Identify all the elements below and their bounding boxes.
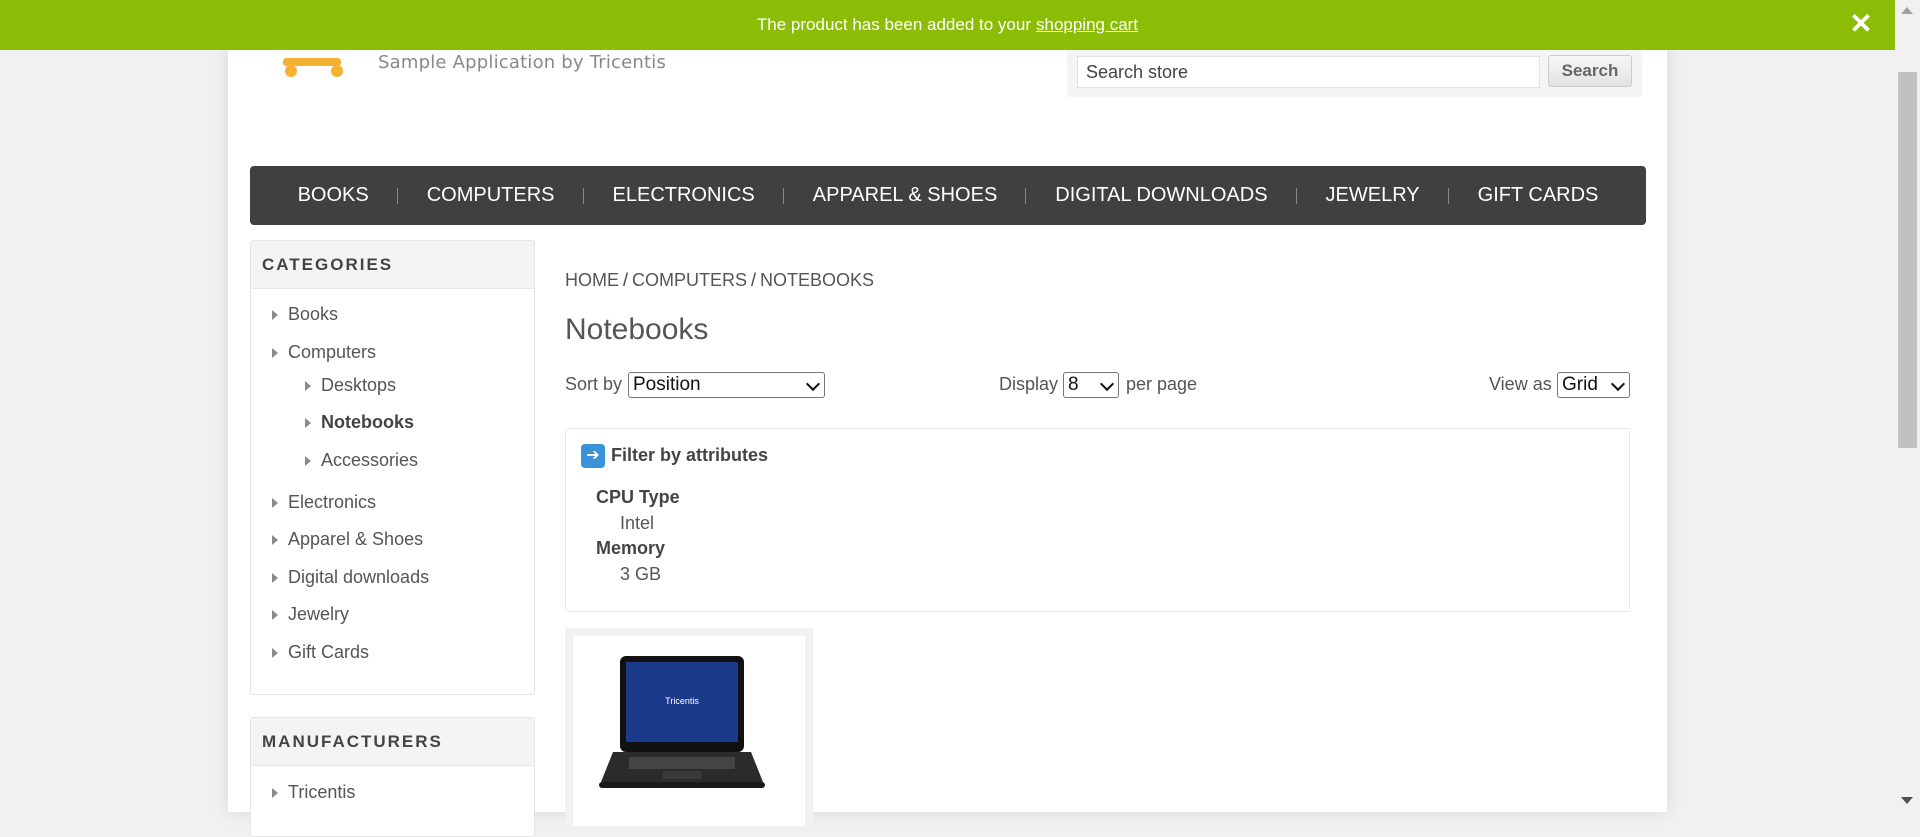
breadcrumb-separator: / [623,270,629,290]
view-mode-value: Grid [1562,374,1598,395]
top-menu-electronics[interactable]: ELECTRONICS [584,184,785,207]
scroll-up-icon[interactable] [1901,7,1913,14]
header-tagline: Sample Application by Tricentis [378,52,667,73]
search-input[interactable] [1077,56,1540,88]
category-accessories[interactable]: Accessories [304,450,418,471]
top-menu-digital-downloads[interactable]: DIGITAL DOWNLOADS [1026,184,1297,207]
category-electronics[interactable]: Electronics [271,492,376,513]
notification-bar: The product has been added to your shopp… [0,0,1895,50]
page-size-value: 8 [1068,374,1079,395]
category-gift-cards[interactable]: Gift Cards [271,642,369,663]
view-as-label: View as [1489,374,1552,394]
close-icon[interactable]: ✕ [1849,10,1873,38]
arrow-right-icon[interactable]: ➔ [581,444,605,468]
logo[interactable] [281,50,349,80]
category-books[interactable]: Books [271,304,338,325]
top-menu-jewelry[interactable]: JEWELRY [1297,184,1449,207]
product-image[interactable]: Tricentis [573,636,805,826]
category-apparel-shoes[interactable]: Apparel & Shoes [271,529,423,550]
filter-attribute-name: CPU Type [596,487,680,507]
breadcrumb-notebooks: NOTEBOOKS [760,270,875,290]
search-button[interactable]: Search [1548,55,1632,87]
top-menu-apparel-shoes[interactable]: APPAREL & SHOES [784,184,1027,207]
top-menu-computers[interactable]: COMPUTERS [398,184,584,207]
chevron-down-icon [1099,376,1115,392]
notification-text: The product has been added to your [756,15,1031,34]
category-digital-downloads[interactable]: Digital downloads [271,567,429,588]
top-menu-gift-cards[interactable]: GIFT CARDS [1449,184,1628,207]
categories-title: CATEGORIES [251,241,534,289]
top-menu-books[interactable]: BOOKS [269,184,398,207]
chevron-down-icon [805,376,821,392]
chevron-down-icon [1610,376,1626,392]
filter-attribute-name: Memory [596,538,666,558]
manufacturers-title: MANUFACTURERS [251,718,534,766]
display-label: Display [999,374,1059,394]
shopping-cart-link[interactable]: shopping cart [1036,15,1138,35]
page-size-select[interactable]: 8 [1063,372,1119,398]
breadcrumb: HOME / COMPUTERS / NOTEBOOKS [565,270,874,291]
per-page-label: per page [1126,374,1198,394]
sort-by-label: Sort by [565,374,623,394]
filter-title: Filter by attributes [611,445,769,465]
category-computers[interactable]: Computers [271,342,376,363]
breadcrumb-computers[interactable]: COMPUTERS [632,270,747,290]
sort-by-value: Position [633,374,701,395]
category-desktops[interactable]: Desktops [304,375,396,396]
category-jewelry[interactable]: Jewelry [271,604,349,625]
filter-attribute-value[interactable]: Intel [620,513,654,534]
scrollbar-thumb[interactable] [1898,72,1917,448]
product-picture-frame: Tricentis [573,636,805,826]
filter-attribute-value[interactable]: 3 GB [620,564,661,585]
manufacturers-block: MANUFACTURERS [250,717,535,837]
page-title: Notebooks [565,313,709,346]
breadcrumb-separator: / [751,270,757,290]
top-menu: BOOKS COMPUTERS ELECTRONICS APPAREL & SH… [250,166,1646,225]
sort-by-select[interactable]: Position [628,372,825,398]
category-notebooks[interactable]: Notebooks [304,412,414,433]
manufacturer-tricentis[interactable]: Tricentis [271,782,355,803]
scroll-down-icon[interactable] [1901,797,1913,804]
breadcrumb-home[interactable]: HOME [565,270,619,290]
laptop-screen-brand: Tricentis [665,696,699,706]
view-mode-select[interactable]: Grid [1557,372,1630,398]
